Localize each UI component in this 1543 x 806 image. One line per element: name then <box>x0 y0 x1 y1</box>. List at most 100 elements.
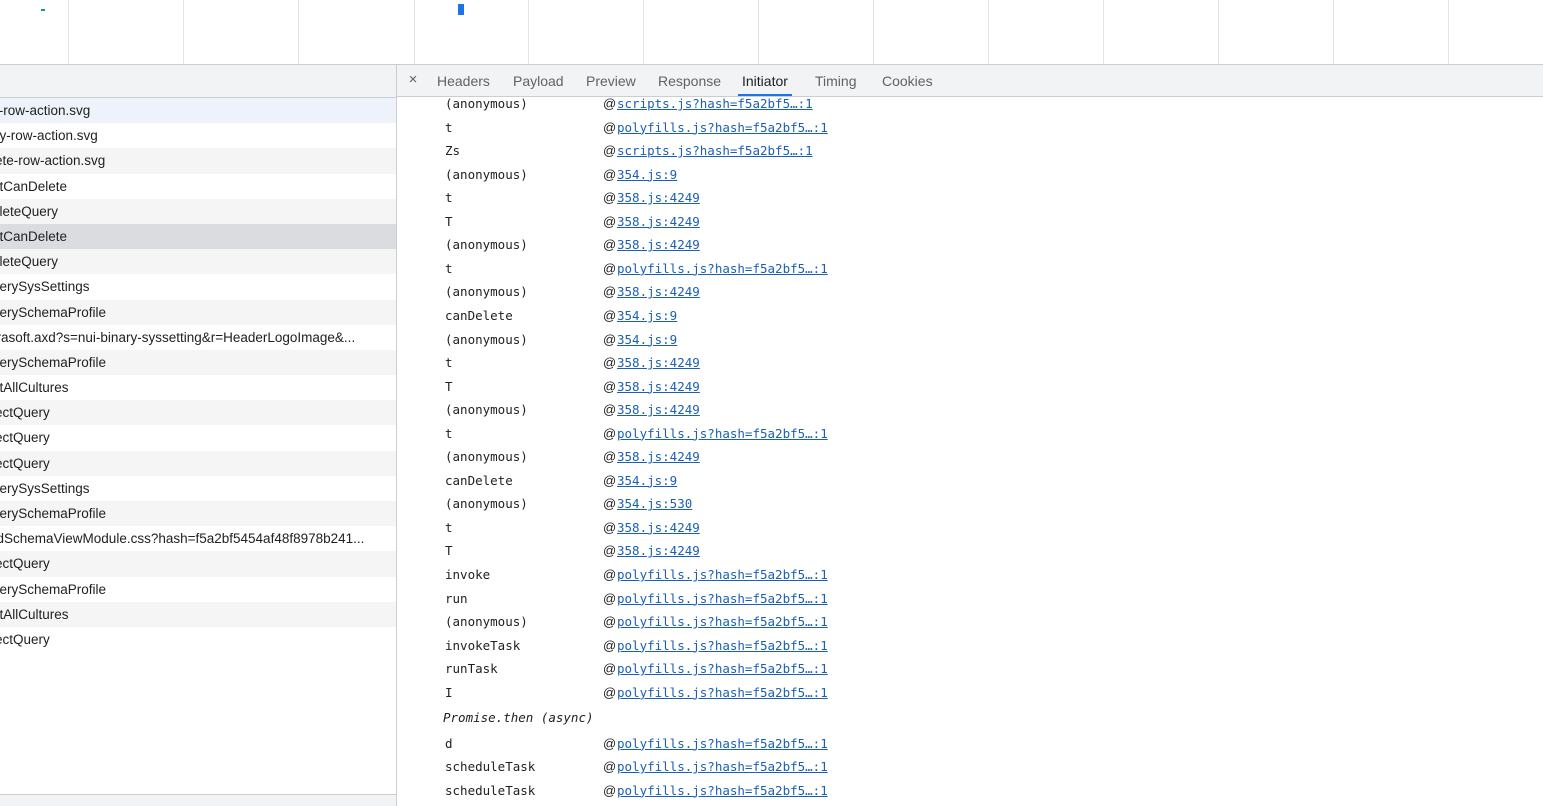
source-link[interactable]: polyfills.js?hash=f5a2bf5…:1 <box>617 683 828 703</box>
at-separator: @ <box>603 590 617 606</box>
source-link[interactable]: polyfills.js?hash=f5a2bf5…:1 <box>617 757 828 777</box>
network-overview-timeline[interactable] <box>0 0 1543 65</box>
source-link[interactable]: polyfills.js?hash=f5a2bf5…:1 <box>617 612 828 632</box>
request-row[interactable]: rdSchemaViewModule.css?hash=f5a2bf5454af… <box>0 526 396 551</box>
source-link[interactable]: 358.js:4249 <box>617 541 700 561</box>
tab-initiator[interactable]: Initiator <box>738 65 792 96</box>
function-name: t <box>445 355 453 371</box>
source-link[interactable]: polyfills.js?hash=f5a2bf5…:1 <box>617 118 828 138</box>
timeline-grid-line <box>873 0 874 64</box>
request-row[interactable]: etAllCultures <box>0 375 396 400</box>
close-icon[interactable]: × <box>405 71 421 89</box>
source-link[interactable]: polyfills.js?hash=f5a2bf5…:1 <box>617 636 828 656</box>
request-row[interactable]: eleteQuery <box>0 198 396 224</box>
timeline-grid-line <box>68 0 69 64</box>
source-link[interactable]: 354.js:530 <box>617 494 692 514</box>
request-name: uerySysSettings <box>0 480 90 496</box>
request-row[interactable]: eleteQuery <box>0 249 396 275</box>
async-label: Promise.then (async) <box>443 710 594 726</box>
request-row[interactable]: uerySchemaProfile <box>0 299 396 325</box>
source-link[interactable]: 358.js:4249 <box>617 518 700 538</box>
source-link[interactable]: polyfills.js?hash=f5a2bf5…:1 <box>617 734 828 754</box>
at-separator: @ <box>603 166 617 182</box>
source-link[interactable]: 358.js:4249 <box>617 188 700 208</box>
source-link[interactable]: 354.js:9 <box>617 165 677 185</box>
request-row[interactable]: etCanDelete <box>0 174 396 199</box>
at-separator: @ <box>603 614 617 630</box>
function-name: invoke <box>445 567 491 582</box>
request-name: uerySchemaProfile <box>0 304 107 320</box>
request-name: uerySchemaProfile <box>0 506 107 521</box>
tab-cookies[interactable]: Cookies <box>882 65 933 96</box>
at-separator: @ <box>603 378 617 394</box>
request-row[interactable]: uerySysSettings <box>0 476 396 501</box>
request-list-header <box>0 65 396 98</box>
function-name: I <box>445 684 453 700</box>
source-link[interactable]: polyfills.js?hash=f5a2bf5…:1 <box>617 424 828 444</box>
request-row[interactable]: lectQuery <box>0 425 396 450</box>
timeline-request-bar <box>41 9 45 11</box>
tab-payload[interactable]: Payload <box>513 65 564 96</box>
tab-response[interactable]: Response <box>658 65 721 96</box>
source-link[interactable]: 354.js:9 <box>617 306 677 326</box>
initiator-call-stack: (anonymous) @ scripts.js?hash=f5a2bf5…:1 t @… <box>397 97 1543 806</box>
request-name: etAllCultures <box>0 606 69 622</box>
source-link[interactable]: polyfills.js?hash=f5a2bf5…:1 <box>617 565 828 585</box>
source-link[interactable]: polyfills.js?hash=f5a2bf5…:1 <box>617 259 828 279</box>
source-link[interactable]: 358.js:4249 <box>617 447 700 467</box>
source-link[interactable]: 358.js:4249 <box>617 235 700 255</box>
source-link[interactable]: 358.js:4249 <box>617 353 700 373</box>
timeline-grid-line <box>1333 0 1334 64</box>
request-row[interactable]: uerySysSettings <box>0 274 396 299</box>
request-row[interactable]: lete-row-action.svg <box>0 148 396 174</box>
source-link[interactable]: 358.js:4249 <box>617 212 700 232</box>
timeline-grid-line <box>298 0 299 64</box>
at-separator: @ <box>603 143 617 159</box>
at-separator: @ <box>603 637 617 653</box>
request-row[interactable]: uerySchemaProfile <box>0 501 396 527</box>
timeline-grid-line <box>1218 0 1219 64</box>
source-link[interactable]: scripts.js?hash=f5a2bf5…:1 <box>617 97 813 114</box>
at-separator: @ <box>603 119 617 135</box>
function-name: T <box>445 378 453 394</box>
function-name: (anonymous) <box>445 284 528 300</box>
at-separator: @ <box>603 190 617 206</box>
function-name: canDelete <box>445 472 513 488</box>
request-row[interactable]: uerySchemaProfile <box>0 349 396 376</box>
timeline-request-bar <box>458 4 464 15</box>
source-link[interactable]: scripts.js?hash=f5a2bf5…:1 <box>617 141 813 161</box>
tab-preview[interactable]: Preview <box>586 65 636 96</box>
at-separator: @ <box>603 425 617 441</box>
request-name: eleteQuery <box>0 254 59 270</box>
request-name: eleteQuery <box>0 203 59 219</box>
request-row[interactable]: it-row-action.svg <box>0 98 396 124</box>
timeline-grid-line <box>528 0 529 64</box>
source-link[interactable]: polyfills.js?hash=f5a2bf5…:1 <box>617 659 828 679</box>
request-name: rdSchemaViewModule.css?hash=f5a2bf5454af… <box>0 531 365 547</box>
request-row[interactable]: lectQuery <box>0 400 396 426</box>
function-name: (anonymous) <box>445 166 528 182</box>
request-row[interactable]: etAllCultures <box>0 601 396 627</box>
request-row[interactable]: lectQuery <box>0 450 396 476</box>
timeline-grid-line <box>758 0 759 64</box>
source-link[interactable]: 358.js:4249 <box>617 400 700 420</box>
function-name: run <box>445 590 468 606</box>
request-row[interactable]: etCanDelete <box>0 223 396 250</box>
tab-timing[interactable]: Timing <box>815 65 857 96</box>
request-list: it-row-action.svg py-row-action.svg lete-r… <box>0 65 396 806</box>
function-name: t <box>445 425 453 441</box>
source-link[interactable]: polyfills.js?hash=f5a2bf5…:1 <box>617 781 828 801</box>
source-link[interactable]: polyfills.js?hash=f5a2bf5…:1 <box>617 589 828 609</box>
request-row[interactable]: rrasoft.axd?s=nui-binary-syssetting&r=He… <box>0 325 396 350</box>
source-link[interactable]: 358.js:4249 <box>617 282 700 302</box>
request-name: etAllCultures <box>0 380 69 396</box>
source-link[interactable]: 354.js:9 <box>617 330 677 350</box>
source-link[interactable]: 354.js:9 <box>617 471 677 491</box>
source-link[interactable]: 358.js:4249 <box>617 377 700 397</box>
request-row[interactable]: lectQuery <box>0 551 396 577</box>
request-name: lete-row-action.svg <box>0 153 106 169</box>
request-row[interactable]: uerySchemaProfile <box>0 577 396 602</box>
request-row[interactable]: py-row-action.svg <box>0 123 396 148</box>
request-row[interactable]: lectQuery <box>0 627 396 652</box>
tab-headers[interactable]: Headers <box>437 65 490 96</box>
